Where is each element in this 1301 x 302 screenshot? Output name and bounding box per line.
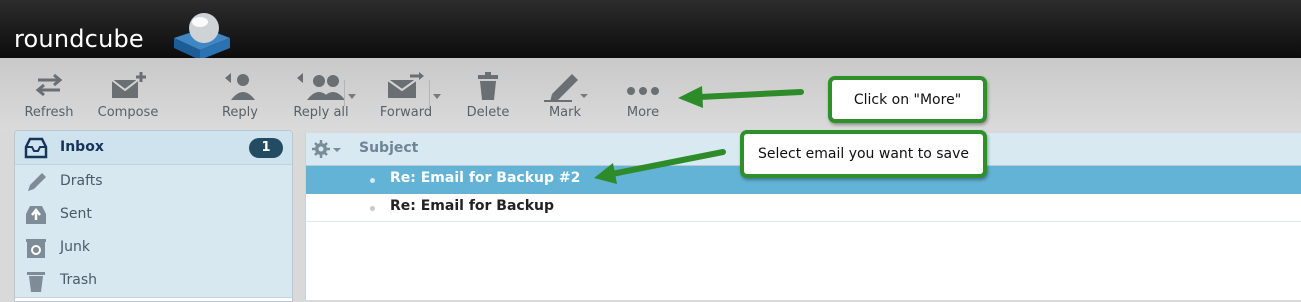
callout-text: Click on "More" — [853, 91, 962, 108]
arrow-to-more-icon — [678, 86, 804, 108]
callout-click-more: Click on "More" — [828, 76, 987, 123]
annotation-arrows — [594, 86, 804, 184]
callout-text: Select email you want to save — [758, 146, 969, 162]
arrow-to-email-icon — [594, 149, 726, 184]
callout-select-email: Select email you want to save — [740, 130, 987, 178]
